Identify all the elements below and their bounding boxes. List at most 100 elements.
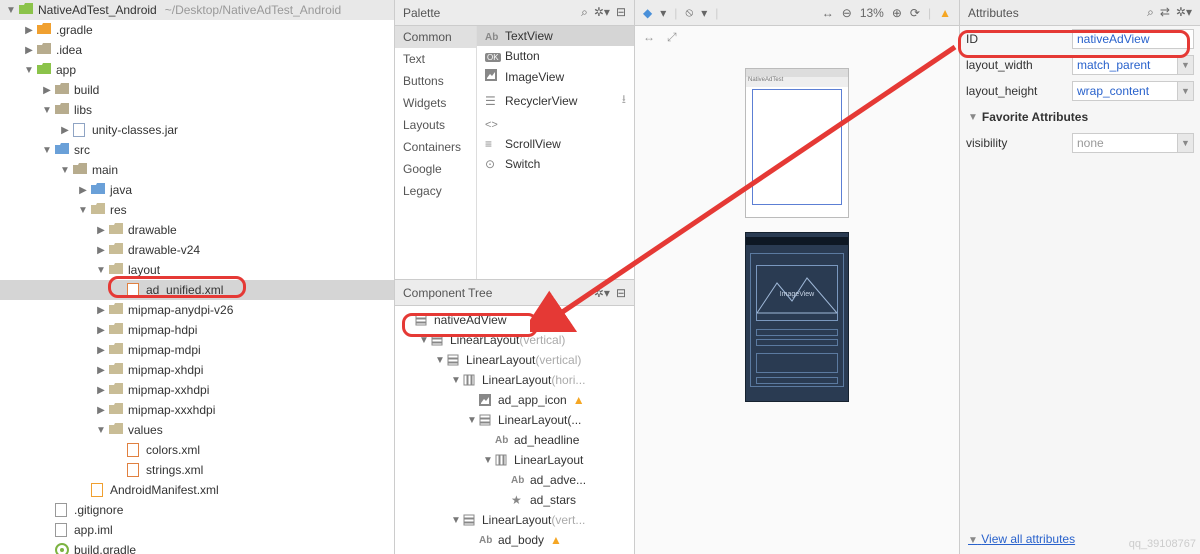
swap-icon[interactable]: ⇄ [1160, 5, 1170, 20]
tree-item-mipmap-xhdpi[interactable]: ▶mipmap-xhdpi [0, 360, 394, 380]
component-ad_body[interactable]: Abad_body▲ [395, 530, 634, 550]
search-icon[interactable]: ⌕ [581, 5, 588, 20]
tree-item-strings-xml[interactable]: strings.xml [0, 460, 394, 480]
tree-arrow-icon[interactable]: ▼ [4, 5, 18, 16]
tree-arrow-icon[interactable]: ▼ [94, 425, 108, 436]
palette-category-legacy[interactable]: Legacy [395, 180, 476, 202]
tree-item-values[interactable]: ▼values [0, 420, 394, 440]
tree-item-drawable[interactable]: ▶drawable [0, 220, 394, 240]
palette-widget-RecyclerView[interactable]: ☰RecyclerView⭳ [477, 87, 634, 114]
tree-item--idea[interactable]: ▶.idea [0, 40, 394, 60]
tree-item-main[interactable]: ▼main [0, 160, 394, 180]
tree-arrow-icon[interactable]: ▶ [94, 365, 108, 376]
tree-arrow-icon[interactable]: ▶ [58, 125, 72, 136]
tree-item-build[interactable]: ▶build [0, 80, 394, 100]
tree-item-mipmap-xxhdpi[interactable]: ▶mipmap-xxhdpi [0, 380, 394, 400]
palette-widget-TextView[interactable]: AbTextView [477, 26, 634, 46]
tree-item-mipmap-anydpi-v26[interactable]: ▶mipmap-anydpi-v26 [0, 300, 394, 320]
tree-arrow-icon[interactable]: ▶ [94, 345, 108, 356]
tree-item-unity-classes-jar[interactable]: ▶unity-classes.jar [0, 120, 394, 140]
attr-value-input[interactable]: wrap_content [1072, 81, 1178, 101]
reset-icon[interactable]: ⟳ [910, 6, 920, 20]
tree-arrow-icon[interactable]: ▼ [417, 335, 431, 346]
palette-category-containers[interactable]: Containers [395, 136, 476, 158]
component-LinearLayout[interactable]: ▼LinearLayout (hori... [395, 370, 634, 390]
tree-item--gitignore[interactable]: .gitignore [0, 500, 394, 520]
attr-value-input[interactable]: nativeAdView [1072, 29, 1194, 49]
component-LinearLayout[interactable]: ▼LinearLayout (vert... [395, 510, 634, 530]
tree-arrow-icon[interactable]: ▼ [465, 415, 479, 426]
tree-item-drawable-v24[interactable]: ▶drawable-v24 [0, 240, 394, 260]
tree-arrow-icon[interactable]: ▶ [94, 405, 108, 416]
tree-arrow-icon[interactable]: ▼ [481, 455, 495, 466]
tree-arrow-icon[interactable]: ▼ [449, 515, 463, 526]
tree-item-libs[interactable]: ▼libs [0, 100, 394, 120]
palette-category-buttons[interactable]: Buttons [395, 70, 476, 92]
tree-arrow-icon[interactable]: ▼ [433, 355, 447, 366]
zoom-out-icon[interactable]: ⊖ [842, 6, 852, 20]
zoom-level[interactable]: 13% [860, 6, 884, 20]
palette-widget-fragment[interactable]: <> [477, 114, 634, 134]
tree-item-AndroidManifest-xml[interactable]: AndroidManifest.xml [0, 480, 394, 500]
palette-category-text[interactable]: Text [395, 48, 476, 70]
warning-icon[interactable]: ▲ [550, 533, 562, 547]
gear-icon[interactable]: ✲▾ [1176, 5, 1192, 20]
favorite-attributes-header[interactable]: ▼ Favorite Attributes [960, 104, 1200, 130]
tree-arrow-icon[interactable]: ▶ [94, 305, 108, 316]
component-LinearLayout[interactable]: ▼LinearLayout (vertical) [395, 350, 634, 370]
palette-widget-ScrollView[interactable]: ≡ScrollView [477, 134, 634, 154]
gear-icon[interactable]: ✲▾ [594, 286, 610, 300]
tree-item-res[interactable]: ▼res [0, 200, 394, 220]
component-ad_adve-[interactable]: Abad_adve... [395, 470, 634, 490]
magnet-icon[interactable]: ⦸ [685, 5, 693, 20]
dropdown-icon[interactable]: ▼ [1178, 81, 1194, 101]
expand-icon[interactable]: ⤢ [667, 30, 677, 45]
palette-widget-ImageView[interactable]: ImageView [477, 66, 634, 87]
tree-item-mipmap-xxxhdpi[interactable]: ▶mipmap-xxxhdpi [0, 400, 394, 420]
tree-arrow-icon[interactable]: ▼ [449, 375, 463, 386]
attr-value-input[interactable]: match_parent [1072, 55, 1178, 75]
tree-item-app-iml[interactable]: app.iml [0, 520, 394, 540]
gear-icon[interactable]: ✲▾ [594, 5, 610, 20]
attr-value-input[interactable]: none [1072, 133, 1178, 153]
tree-arrow-icon[interactable]: ▶ [76, 185, 90, 196]
tree-arrow-icon[interactable]: ▼ [40, 105, 54, 116]
download-icon[interactable]: ⭳ [622, 90, 626, 111]
hide-icon[interactable]: ⊟ [616, 5, 626, 20]
palette-widget-Switch[interactable]: ⊙Switch [477, 154, 634, 174]
warning-icon[interactable]: ▲ [573, 393, 585, 407]
tree-arrow-icon[interactable]: ▼ [40, 145, 54, 156]
tree-item-NativeAdTest_Android[interactable]: ▼NativeAdTest_Android~/Desktop/NativeAdT… [0, 0, 394, 20]
tree-item-src[interactable]: ▼src [0, 140, 394, 160]
layers-icon[interactable]: ◆ [643, 6, 652, 20]
palette-category-google[interactable]: Google [395, 158, 476, 180]
tree-item-java[interactable]: ▶java [0, 180, 394, 200]
palette-category-common[interactable]: Common [395, 26, 476, 48]
tree-item-colors-xml[interactable]: colors.xml [0, 440, 394, 460]
tree-arrow-icon[interactable]: ▼ [94, 265, 108, 276]
tree-arrow-icon[interactable]: ▶ [22, 45, 36, 56]
component-nativeAdView[interactable]: nativeAdView [395, 310, 634, 330]
tree-arrow-icon[interactable]: ▶ [94, 325, 108, 336]
dropdown-icon[interactable]: ▼ [1178, 133, 1194, 153]
tree-item-mipmap-mdpi[interactable]: ▶mipmap-mdpi [0, 340, 394, 360]
component-LinearLayout[interactable]: ▼LinearLayout (vertical) [395, 330, 634, 350]
tree-item--gradle[interactable]: ▶.gradle [0, 20, 394, 40]
tree-item-build-gradle[interactable]: build.gradle [0, 540, 394, 554]
component-ad_headline[interactable]: Abad_headline [395, 430, 634, 450]
dropdown-icon[interactable]: ▼ [1178, 55, 1194, 75]
zoom-in-icon[interactable]: ⊕ [892, 6, 902, 20]
tree-arrow-icon[interactable]: ▼ [76, 205, 90, 216]
tree-item-app[interactable]: ▼app [0, 60, 394, 80]
tree-item-layout[interactable]: ▼layout [0, 260, 394, 280]
tree-arrow-icon[interactable]: ▶ [94, 385, 108, 396]
design-preview-light[interactable]: NativeAdTest [745, 68, 849, 218]
hide-icon[interactable]: ⊟ [616, 286, 626, 300]
tree-arrow-icon[interactable]: ▶ [94, 245, 108, 256]
design-canvas[interactable]: NativeAdTest ImageView [635, 48, 959, 554]
palette-category-layouts[interactable]: Layouts [395, 114, 476, 136]
tree-item-ad_unified-xml[interactable]: ad_unified.xml [0, 280, 394, 300]
component-LinearLayout-[interactable]: ▼LinearLayout(... [395, 410, 634, 430]
tree-arrow-icon[interactable]: ▼ [22, 65, 36, 76]
pan-icon[interactable]: ↔ [643, 30, 655, 44]
